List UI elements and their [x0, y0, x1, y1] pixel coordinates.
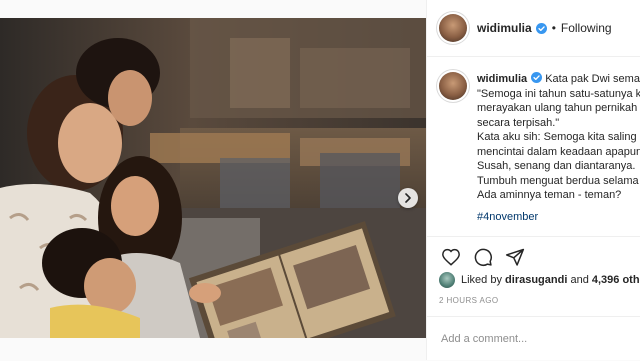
next-slide-button[interactable] — [398, 188, 418, 208]
heart-icon[interactable] — [439, 245, 463, 269]
likes-conjunction: and — [570, 274, 589, 286]
caption-line: Kata pak Dwi semal — [545, 73, 640, 85]
verified-badge-icon — [531, 72, 543, 83]
header-separator: • — [551, 21, 556, 35]
comment-box — [427, 316, 640, 361]
comment-icon[interactable] — [471, 245, 495, 269]
liker-username[interactable]: dirasugandi — [505, 274, 567, 286]
caption-line: Ada aminnya teman - teman? — [477, 189, 622, 201]
avatar[interactable] — [439, 14, 467, 42]
caption-line: merayakan ulang tahun pernikah — [477, 102, 638, 114]
post-timestamp[interactable]: 2 HOURS AGO — [439, 296, 499, 305]
liker-avatar[interactable] — [439, 272, 455, 288]
caption-line: "Semoga ini tahun satu-satunya k — [477, 87, 640, 100]
caption-line: Susah, senang dan diantaranya. — [477, 160, 636, 172]
likes-count[interactable]: 4,396 othe — [592, 274, 640, 286]
caption-line: Kata aku sih: Semoga kita saling — [477, 131, 637, 143]
caption-username[interactable]: widimulia — [477, 73, 527, 85]
username-link[interactable]: widimulia — [477, 21, 532, 35]
action-bar — [427, 236, 640, 277]
verified-badge-icon — [535, 22, 547, 34]
caption-area: widimulia Kata pak Dwi semal "Semoga ini… — [427, 57, 640, 235]
caption-text: widimulia Kata pak Dwi semal "Semoga ini… — [477, 72, 640, 224]
following-button[interactable]: Following — [561, 21, 612, 35]
post-image[interactable] — [0, 18, 426, 338]
caption-line: secara terpisah." — [477, 116, 560, 129]
share-icon[interactable] — [503, 245, 527, 269]
family-photo — [0, 18, 426, 338]
hashtag-link[interactable]: #4november — [477, 210, 640, 225]
caption-line: mencintai dalam keadaan apapun — [477, 145, 640, 158]
likes-prefix: Liked by — [461, 274, 502, 286]
post-header: widimulia • Following — [427, 0, 640, 57]
post-sidebar: widimulia • Following widimulia Kata pak… — [426, 0, 640, 360]
instagram-post-view: widimulia • Following widimulia Kata pak… — [0, 0, 640, 360]
chevron-right-icon — [404, 193, 412, 203]
caption-avatar[interactable] — [439, 72, 467, 100]
likes-summary: Liked by dirasugandi and 4,396 othe — [439, 272, 640, 288]
caption-line: Tumbuh menguat berdua selama — [477, 174, 639, 187]
comment-input[interactable] — [439, 332, 633, 346]
